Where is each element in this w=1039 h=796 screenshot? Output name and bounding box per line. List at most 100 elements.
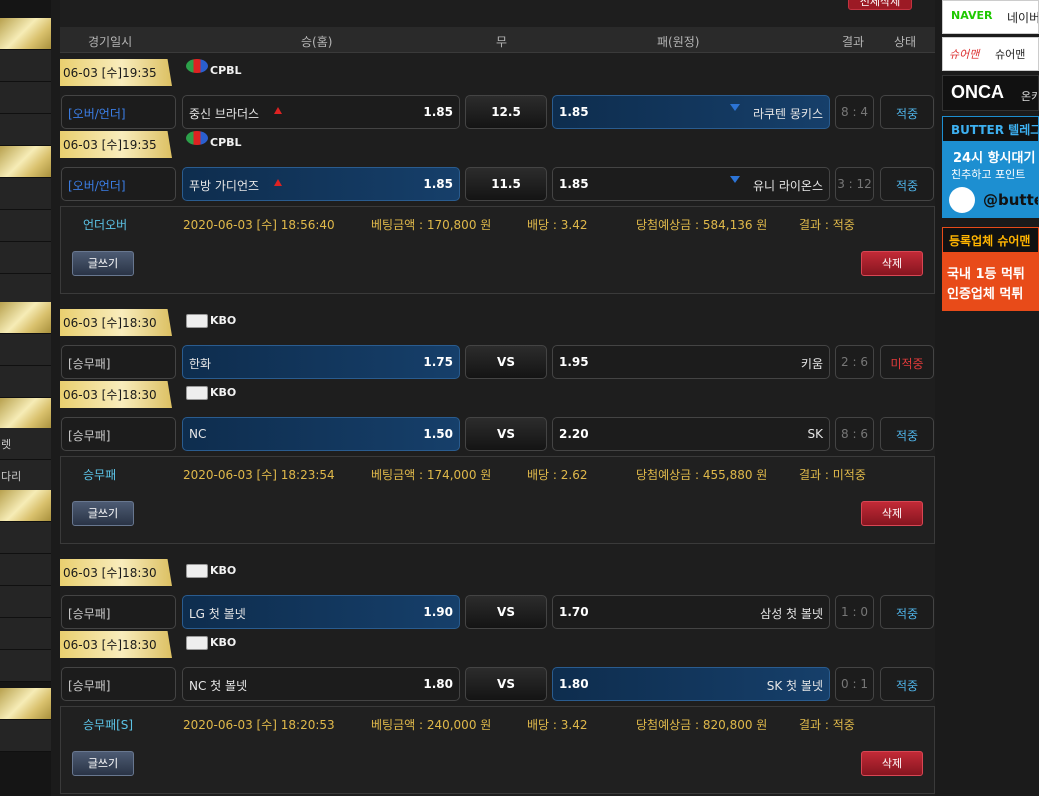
away-team-cell[interactable]: 1.95 키움	[552, 345, 830, 379]
write-button[interactable]: 글쓰기	[72, 751, 134, 776]
bet-summary: 승무패[S] 2020-06-03 [수] 18:20:53 베팅금액 : 240,…	[60, 706, 935, 794]
sidebar-tile[interactable]	[0, 334, 51, 366]
ad-text: 인증업체 먹튀	[947, 287, 1024, 302]
away-team-name: 키움	[800, 357, 823, 371]
sidebar-tile[interactable]	[0, 366, 51, 398]
write-button[interactable]: 글쓰기	[72, 251, 134, 276]
draw-cell[interactable]: VS	[465, 417, 547, 451]
sidebar-tile[interactable]	[0, 522, 51, 554]
away-team-cell[interactable]: 2.20 SK	[552, 417, 830, 451]
away-team-cell[interactable]: 1.80 SK 첫 볼넷	[552, 667, 830, 701]
home-team-cell[interactable]: 푸방 가디언즈 1.85	[182, 167, 460, 201]
home-team-cell[interactable]: NC 첫 볼넷 1.80	[182, 667, 460, 701]
league-logo-icon	[186, 131, 208, 145]
ad-naver[interactable]: NAVER 네이버	[942, 0, 1039, 34]
sidebar-tile[interactable]	[0, 146, 51, 178]
draw-cell[interactable]: VS	[465, 667, 547, 701]
sidebar-tile[interactable]	[0, 688, 51, 720]
game-status: 적중	[880, 417, 934, 451]
summary-expected: 당첨예상금 : 820,800 원	[636, 718, 768, 732]
arrow-up-icon	[274, 179, 282, 186]
away-odds: 1.70	[559, 605, 589, 619]
home-team-name: LG 첫 볼넷	[189, 607, 246, 621]
sidebar-tile[interactable]	[0, 18, 51, 50]
arrow-down-icon	[730, 176, 740, 183]
bet-type: [승무패]	[61, 667, 176, 701]
ad-registered[interactable]: 등록업체 슈어맨 국내 1등 먹튀 인증업체 먹튀	[942, 227, 1039, 311]
game-datetime: 06-03 [수]19:35	[60, 59, 172, 86]
summary-result: 결과 : 적중	[799, 718, 855, 732]
away-team-cell[interactable]: 1.70 삼성 첫 볼넷	[552, 595, 830, 629]
draw-cell[interactable]: VS	[465, 345, 547, 379]
bet-type: [승무패]	[61, 595, 176, 629]
sidebar-tile[interactable]	[0, 554, 51, 586]
away-odds: 1.95	[559, 355, 589, 369]
game-datetime: 06-03 [수]18:30	[60, 631, 172, 658]
sidebar-tile[interactable]	[0, 302, 51, 334]
summary-rate: 배당 : 2.62	[527, 468, 588, 482]
summary-bet-type: 승무패[S]	[83, 718, 134, 732]
bet-type: [승무패]	[61, 417, 176, 451]
bet-type: [오버/언더]	[61, 167, 176, 201]
sidebar-tile[interactable]	[0, 242, 51, 274]
summary-expected: 당첨예상금 : 455,880 원	[636, 468, 768, 482]
league-name: KBO	[210, 564, 237, 577]
ad-onca[interactable]: ONCA 온카	[942, 75, 1039, 111]
away-team-cell[interactable]: 1.85 라쿠텐 몽키스	[552, 95, 830, 129]
draw-cell[interactable]: VS	[465, 595, 547, 629]
delete-button[interactable]: 삭제	[861, 501, 923, 526]
game-row: [승무패] LG 첫 볼넷 1.90 VS 1.70 삼성 첫 볼넷 1 : 0 적중	[60, 595, 935, 629]
home-team-name: 푸방 가디언즈	[189, 179, 260, 193]
summary-bet-type: 승무패	[83, 468, 117, 482]
summary-time: 2020-06-03 [수] 18:20:53	[183, 718, 335, 732]
sidebar-menu-item[interactable]: 다리	[0, 460, 51, 492]
game-score: 0 : 1	[835, 667, 874, 701]
draw-cell[interactable]: 12.5	[465, 95, 547, 129]
sidebar-tile[interactable]	[0, 50, 51, 82]
sidebar-tile[interactable]	[0, 720, 51, 752]
header-away: 패(원정)	[657, 35, 700, 49]
league-name: KBO	[210, 636, 237, 649]
league-label: CPBL	[186, 59, 242, 86]
home-team-cell[interactable]: LG 첫 볼넷 1.90	[182, 595, 460, 629]
ad-butter[interactable]: BUTTER 텔레그 24시 항시대기 친추하고 포인트 @butte	[942, 116, 1039, 218]
home-team-cell[interactable]: 중신 브라더스 1.85	[182, 95, 460, 129]
ad-text: 24시 항시대기	[953, 151, 1036, 166]
delete-button[interactable]: 삭제	[861, 251, 923, 276]
sidebar-menu-item[interactable]: 렛	[0, 428, 51, 460]
home-team-cell[interactable]: NC 1.50	[182, 417, 460, 451]
away-team-cell[interactable]: 1.85 유니 라이온스	[552, 167, 830, 201]
header-home: 승(홈)	[301, 35, 333, 49]
sidebar-tile[interactable]	[0, 618, 51, 650]
onca-logo: ONCA	[951, 82, 1004, 102]
league-logo-icon	[186, 314, 208, 328]
sidebar-tile[interactable]	[0, 650, 51, 682]
summary-expected: 당첨예상금 : 584,136 원	[636, 218, 768, 232]
sidebar-tile[interactable]	[0, 178, 51, 210]
home-team-cell[interactable]: 한화 1.75	[182, 345, 460, 379]
naver-logo: NAVER	[951, 9, 993, 22]
sidebar-tile[interactable]	[0, 490, 51, 522]
league-logo-icon	[186, 564, 208, 578]
away-team-name: SK 첫 볼넷	[766, 679, 823, 693]
write-button[interactable]: 글쓰기	[72, 501, 134, 526]
sidebar-tile[interactable]	[0, 114, 51, 146]
game-datetime: 06-03 [수]19:35	[60, 131, 172, 158]
game-datetime: 06-03 [수]18:30	[60, 559, 172, 586]
draw-cell[interactable]: 11.5	[465, 167, 547, 201]
sidebar-tile[interactable]	[0, 586, 51, 618]
header-result: 결과	[842, 35, 865, 49]
ad-sureman[interactable]: 슈어맨 슈어맨	[942, 37, 1039, 71]
sidebar-tile[interactable]	[0, 398, 51, 430]
delete-button[interactable]: 삭제	[861, 751, 923, 776]
delete-all-button[interactable]: 전체삭제	[848, 0, 912, 10]
sidebar-tile[interactable]	[0, 210, 51, 242]
ad-text: 친추하고 포인트	[951, 168, 1026, 181]
summary-time: 2020-06-03 [수] 18:56:40	[183, 218, 335, 232]
telegram-icon	[949, 187, 975, 213]
sidebar-tile[interactable]	[0, 82, 51, 114]
ad-title: 등록업체 슈어맨	[943, 228, 1038, 252]
arrow-down-icon	[730, 104, 740, 111]
ad-text: 슈어맨	[995, 48, 1026, 61]
home-team-name: 한화	[189, 357, 212, 371]
